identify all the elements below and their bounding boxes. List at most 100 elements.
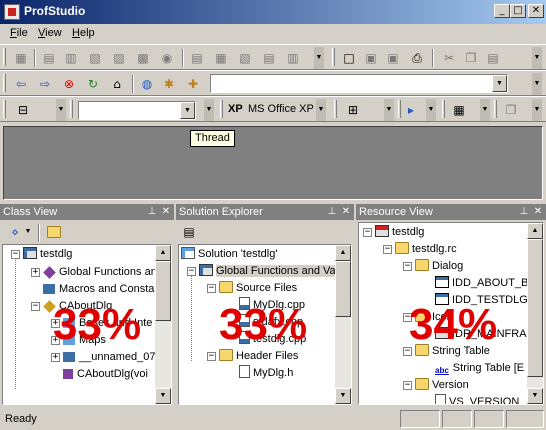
close-icon[interactable]: ✕ bbox=[340, 205, 352, 218]
tree-item[interactable]: Dialog bbox=[415, 258, 463, 275]
chevron-down-icon[interactable]: ▼ bbox=[492, 75, 507, 92]
disabled-tool-icon[interactable]: ▤ bbox=[188, 49, 206, 67]
solution-tree[interactable]: Solution 'testdlg' − Global Functions an… bbox=[178, 244, 352, 405]
cut-icon[interactable]: ✂ bbox=[440, 49, 458, 67]
toolbar-grip[interactable] bbox=[494, 100, 497, 118]
scroll-up-icon[interactable]: ▲ bbox=[155, 245, 171, 261]
window-layout-icon[interactable]: ⊟ bbox=[14, 101, 32, 119]
vertical-scrollbar[interactable]: ▲ ▼ bbox=[527, 223, 543, 404]
copy-icon[interactable]: ❐ bbox=[462, 49, 480, 67]
refresh-icon[interactable]: ↻ bbox=[84, 75, 102, 93]
disabled-tool-icon[interactable]: ▥ bbox=[62, 49, 80, 67]
forward-icon[interactable]: ⇨ bbox=[36, 75, 54, 93]
new-file-icon[interactable]: □ bbox=[340, 49, 358, 67]
home-icon[interactable]: ⌂ bbox=[108, 75, 126, 93]
tree-item[interactable]: Source Files bbox=[219, 280, 297, 297]
class-tree[interactable]: − testdlg + Global Functions and Macros … bbox=[2, 244, 172, 405]
tree-item[interactable]: Version bbox=[415, 377, 469, 394]
menu-help[interactable]: Help bbox=[72, 27, 95, 39]
toolbar-overflow-button[interactable]: ▼ bbox=[56, 99, 66, 121]
tree-item[interactable]: VS_VERSION bbox=[435, 394, 519, 404]
scroll-down-icon[interactable]: ▼ bbox=[335, 388, 351, 404]
theme-label[interactable]: MS Office XP bbox=[248, 103, 314, 115]
pin-icon[interactable]: ⊥ bbox=[326, 205, 338, 218]
tree-item[interactable]: Header Files bbox=[219, 348, 298, 365]
collapse-toggle[interactable]: − bbox=[363, 228, 372, 237]
scroll-up-icon[interactable]: ▲ bbox=[335, 245, 351, 261]
chevron-down-icon[interactable]: ▼ bbox=[24, 225, 32, 239]
collapse-toggle[interactable]: − bbox=[403, 262, 412, 271]
toolbar-grip[interactable] bbox=[220, 100, 223, 118]
tree-item[interactable]: Macros and Consta bbox=[43, 281, 154, 298]
vertical-scrollbar[interactable]: ▲ ▼ bbox=[155, 245, 171, 404]
toolbar-overflow-button[interactable]: ▼ bbox=[314, 47, 324, 69]
collapse-toggle[interactable]: − bbox=[403, 381, 412, 390]
pin-icon[interactable]: ⊥ bbox=[146, 205, 158, 218]
scroll-thumb[interactable] bbox=[155, 261, 171, 321]
toolbar-overflow-button[interactable]: ▼ bbox=[384, 99, 394, 121]
paste-icon[interactable]: ▤ bbox=[484, 49, 502, 67]
disabled-tool-icon[interactable]: ▧ bbox=[86, 49, 104, 67]
toolbar-overflow-button[interactable]: ▼ bbox=[480, 99, 490, 121]
disabled-tool-icon[interactable]: ▩ bbox=[134, 49, 152, 67]
close-icon[interactable]: ✕ bbox=[160, 205, 172, 218]
pin-icon[interactable]: ⊥ bbox=[518, 205, 530, 218]
toolbar-grip[interactable] bbox=[334, 100, 337, 118]
collapse-toggle[interactable]: − bbox=[207, 284, 216, 293]
close-button[interactable]: ✕ bbox=[528, 4, 544, 18]
save-icon[interactable]: ▣ bbox=[362, 49, 380, 67]
menu-view[interactable]: View bbox=[38, 27, 62, 39]
tree-item[interactable]: abc String Table [E bbox=[435, 360, 524, 377]
expand-toggle[interactable]: + bbox=[51, 353, 60, 362]
breakpoint-icon[interactable]: ⊞ bbox=[344, 101, 362, 119]
collapse-toggle[interactable]: − bbox=[31, 302, 40, 311]
disabled-tool-icon[interactable]: ▤ bbox=[260, 49, 278, 67]
tree-item[interactable]: CAboutDlg(voi bbox=[63, 366, 148, 383]
windows-icon[interactable]: ❐ bbox=[502, 101, 520, 119]
tree-item[interactable]: IDD_ABOUT_B bbox=[435, 275, 528, 292]
new-folder-icon[interactable] bbox=[46, 223, 64, 241]
tree-item[interactable]: __unnamed_07 bbox=[63, 349, 155, 366]
save-all-icon[interactable]: ▣ bbox=[384, 49, 402, 67]
menu-file[interactable]: File bbox=[10, 27, 28, 39]
toolbar-grip[interactable] bbox=[332, 48, 335, 66]
toolbar-grip[interactable] bbox=[442, 100, 445, 118]
chevron-down-icon[interactable]: ▼ bbox=[180, 102, 195, 119]
maximize-button[interactable]: □ bbox=[510, 4, 526, 18]
toolbar-overflow-button[interactable]: ▼ bbox=[204, 99, 214, 121]
memory-icon[interactable]: ▦ bbox=[450, 101, 468, 119]
tree-item[interactable]: Global Functions and bbox=[43, 264, 163, 281]
thread-combo[interactable]: ▼ bbox=[78, 101, 196, 120]
disabled-tool-icon[interactable]: ▦ bbox=[12, 49, 30, 67]
toolbar-grip[interactable] bbox=[3, 48, 6, 66]
toolbar-overflow-button[interactable]: ▼ bbox=[532, 73, 542, 95]
scroll-down-icon[interactable]: ▼ bbox=[155, 388, 171, 404]
properties-icon[interactable]: ▤ bbox=[180, 223, 198, 241]
collapse-toggle[interactable]: − bbox=[11, 250, 20, 259]
close-icon[interactable]: ✕ bbox=[532, 205, 544, 218]
address-combo[interactable]: ▼ bbox=[210, 74, 508, 93]
tree-root[interactable]: Solution 'testdlg' bbox=[181, 246, 277, 263]
disabled-tool-icon[interactable]: ▤ bbox=[40, 49, 58, 67]
toolbar-overflow-button[interactable]: ▼ bbox=[532, 99, 542, 121]
scroll-thumb[interactable] bbox=[335, 261, 351, 317]
play-icon[interactable]: ▸ bbox=[402, 101, 420, 119]
disabled-tool-icon[interactable]: ◉ bbox=[158, 49, 176, 67]
collapse-toggle[interactable]: − bbox=[383, 245, 392, 254]
toolbar-overflow-button[interactable]: ▼ bbox=[426, 99, 436, 121]
scroll-down-icon[interactable]: ▼ bbox=[527, 388, 543, 404]
toolbar-overflow-button[interactable]: ▼ bbox=[532, 47, 542, 69]
app-icon[interactable] bbox=[4, 4, 20, 20]
sort-icon[interactable]: ⋄ bbox=[6, 223, 24, 241]
toolbar-grip[interactable] bbox=[3, 100, 6, 118]
scroll-thumb[interactable] bbox=[527, 239, 543, 377]
print-icon[interactable]: ⎙ bbox=[408, 49, 426, 67]
disabled-tool-icon[interactable]: ▨ bbox=[110, 49, 128, 67]
back-icon[interactable]: ⇦ bbox=[12, 75, 30, 93]
disabled-tool-icon[interactable]: ▧ bbox=[236, 49, 254, 67]
collapse-toggle[interactable]: − bbox=[207, 352, 216, 361]
toolbar-grip[interactable] bbox=[70, 100, 73, 118]
tree-root[interactable]: testdlg bbox=[375, 224, 424, 241]
collapse-toggle[interactable]: − bbox=[187, 267, 196, 276]
toolbar-grip[interactable] bbox=[398, 100, 401, 118]
